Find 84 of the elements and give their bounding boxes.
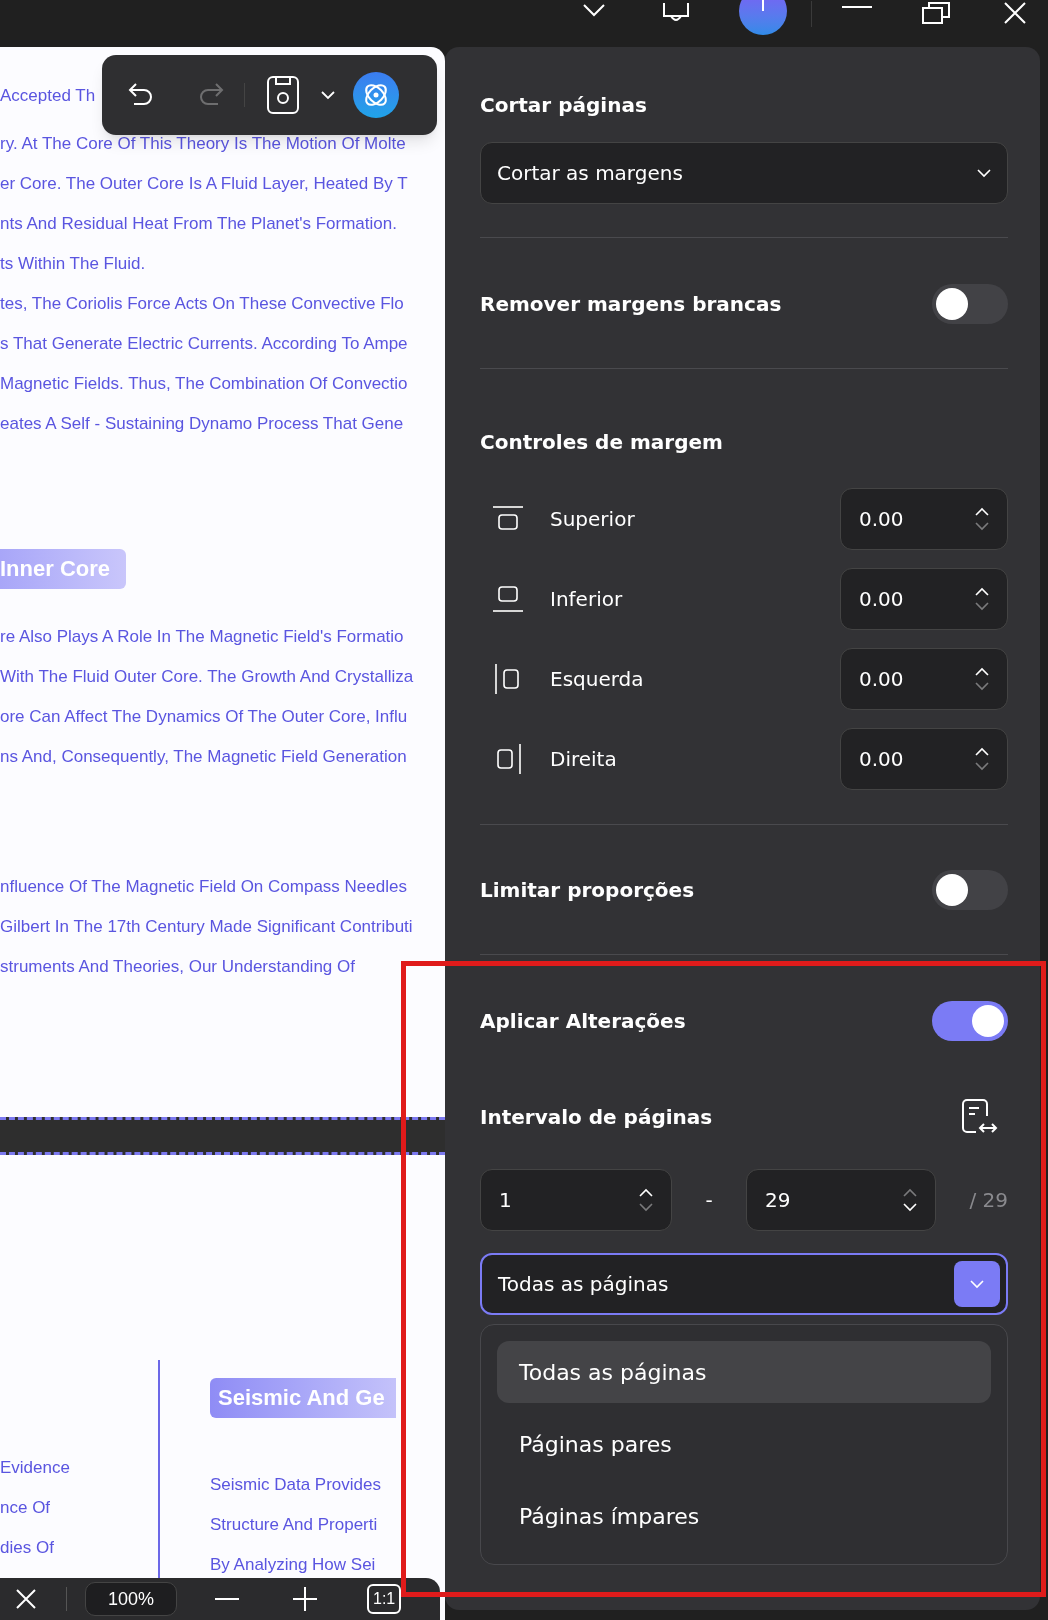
menu-option[interactable]: Páginas pares [497, 1413, 991, 1475]
document-text: struments And Theories, Our Understanding Of [0, 956, 356, 978]
document-text: Gilbert In The 17th Century Made Significant Contributi [0, 916, 414, 938]
right-margin-icon [494, 743, 522, 775]
increment-icon [975, 507, 989, 516]
actual-size-button[interactable]: 1:1 [367, 1584, 402, 1614]
menu-option[interactable]: Todas as páginas [497, 1341, 991, 1403]
zoom-out-icon[interactable] [215, 1597, 239, 1601]
chevron-down-icon[interactable] [321, 90, 335, 100]
bottom-margin-icon [492, 585, 524, 613]
page-total: / 29 [969, 1187, 1008, 1214]
zoom-field[interactable]: 100% [85, 1582, 177, 1616]
chevron-down-icon [977, 168, 991, 178]
document-text: Evidence [0, 1457, 71, 1479]
document-text: By Analyzing How Sei [210, 1554, 377, 1576]
decrement-icon [975, 522, 989, 531]
margin-input[interactable]: 0.00 [840, 648, 1008, 710]
decrement-icon [975, 602, 989, 611]
increment-icon [639, 1188, 653, 1197]
page-swap-icon[interactable] [960, 1098, 998, 1136]
chevron-down-icon [970, 1279, 984, 1289]
document-text: dies Of [0, 1537, 55, 1559]
document-text: ts Within The Fluid. [0, 253, 147, 275]
bell-icon[interactable] [661, 1, 691, 24]
crop-mode-dropdown[interactable]: Cortar as margens [480, 142, 1008, 204]
avatar[interactable] [739, 0, 787, 35]
decrement-icon [639, 1203, 653, 1212]
document-text: Accepted Th [0, 85, 96, 107]
menu-option[interactable]: Páginas ímpares [497, 1485, 991, 1547]
setting-label: Aplicar Alterações [480, 1008, 686, 1035]
chevron-down-icon[interactable] [583, 3, 605, 18]
document-text: ns And, Consequently, The Magnetic Field Generation [0, 746, 408, 768]
increment-icon [975, 667, 989, 676]
document-text: nfluence Of The Magnetic Field On Compass Needles [0, 876, 408, 898]
margin-input[interactable]: 0.00 [840, 488, 1008, 550]
section-heading: Inner Core [0, 549, 126, 589]
close-icon[interactable] [16, 1589, 36, 1609]
panel-title: Cortar páginas [480, 92, 648, 119]
document-text: With The Fluid Outer Core. The Growth And Crystalliza [0, 666, 415, 688]
document-text: Seismic Data Provides [210, 1474, 382, 1496]
margin-input[interactable]: 0.00 [840, 568, 1008, 630]
zoom-in-icon[interactable] [293, 1587, 317, 1611]
top-margin-icon [492, 505, 524, 533]
page-from-input[interactable]: 1 [480, 1169, 672, 1231]
increment-icon [975, 747, 989, 756]
document-text: tes, The Coriolis Force Acts On These Convective Flo [0, 293, 405, 315]
restore-icon[interactable] [922, 1, 950, 24]
toggle-switch[interactable] [932, 870, 1008, 910]
document-text: nts And Residual Heat From The Planet's Formation. [0, 213, 398, 235]
margin-label: Esquerda [550, 666, 644, 693]
page-subset-dropdown[interactable]: Todas as páginas [480, 1253, 1008, 1315]
document-text: re Also Plays A Role In The Magnetic Field's Formatio [0, 626, 405, 648]
margin-label: Inferior [550, 586, 623, 613]
minimize-icon[interactable] [842, 4, 872, 9]
document-text: Structure And Properti [210, 1514, 379, 1536]
document-text: ore Can Affect The Dynamics Of The Outer Core, Influ [0, 706, 409, 728]
section-title: Intervalo de páginas [480, 1104, 713, 1131]
document-text: nce Of [0, 1497, 52, 1519]
document-text: er Core. The Outer Core Is A Fluid Layer, Heated By T [0, 173, 409, 195]
document-text: ry. At The Core Of This Theory Is The Motion Of Molte [0, 133, 407, 155]
decrement-icon [975, 682, 989, 691]
close-icon[interactable] [1004, 1, 1026, 24]
decrement-icon [903, 1203, 917, 1212]
document-text: Magnetic Fields. Thus, The Combination Of Convectio [0, 373, 409, 395]
section-title: Controles de margem [480, 429, 724, 456]
document-text: eates A Self - Sustaining Dynamo Process That Gene [0, 413, 405, 435]
left-margin-icon [494, 663, 522, 695]
decrement-icon [975, 762, 989, 771]
margin-label: Direita [550, 746, 617, 773]
assistant-icon[interactable] [353, 72, 399, 118]
document-text: s That Generate Electric Currents. According To Ampe [0, 333, 409, 355]
margin-input[interactable]: 0.00 [840, 728, 1008, 790]
range-separator: - [704, 1187, 714, 1214]
setting-label: Limitar proporções [480, 877, 695, 904]
page-to-input[interactable]: 29 [746, 1169, 936, 1231]
toggle-switch[interactable] [932, 1001, 1008, 1041]
section-heading: Seismic And Ge [210, 1378, 396, 1418]
toggle-switch[interactable] [932, 284, 1008, 324]
increment-icon [903, 1188, 917, 1197]
setting-label: Remover margens brancas [480, 291, 782, 318]
increment-icon [975, 587, 989, 596]
save-icon[interactable] [267, 76, 299, 114]
margin-label: Superior [550, 506, 635, 533]
undo-icon[interactable] [128, 83, 154, 107]
